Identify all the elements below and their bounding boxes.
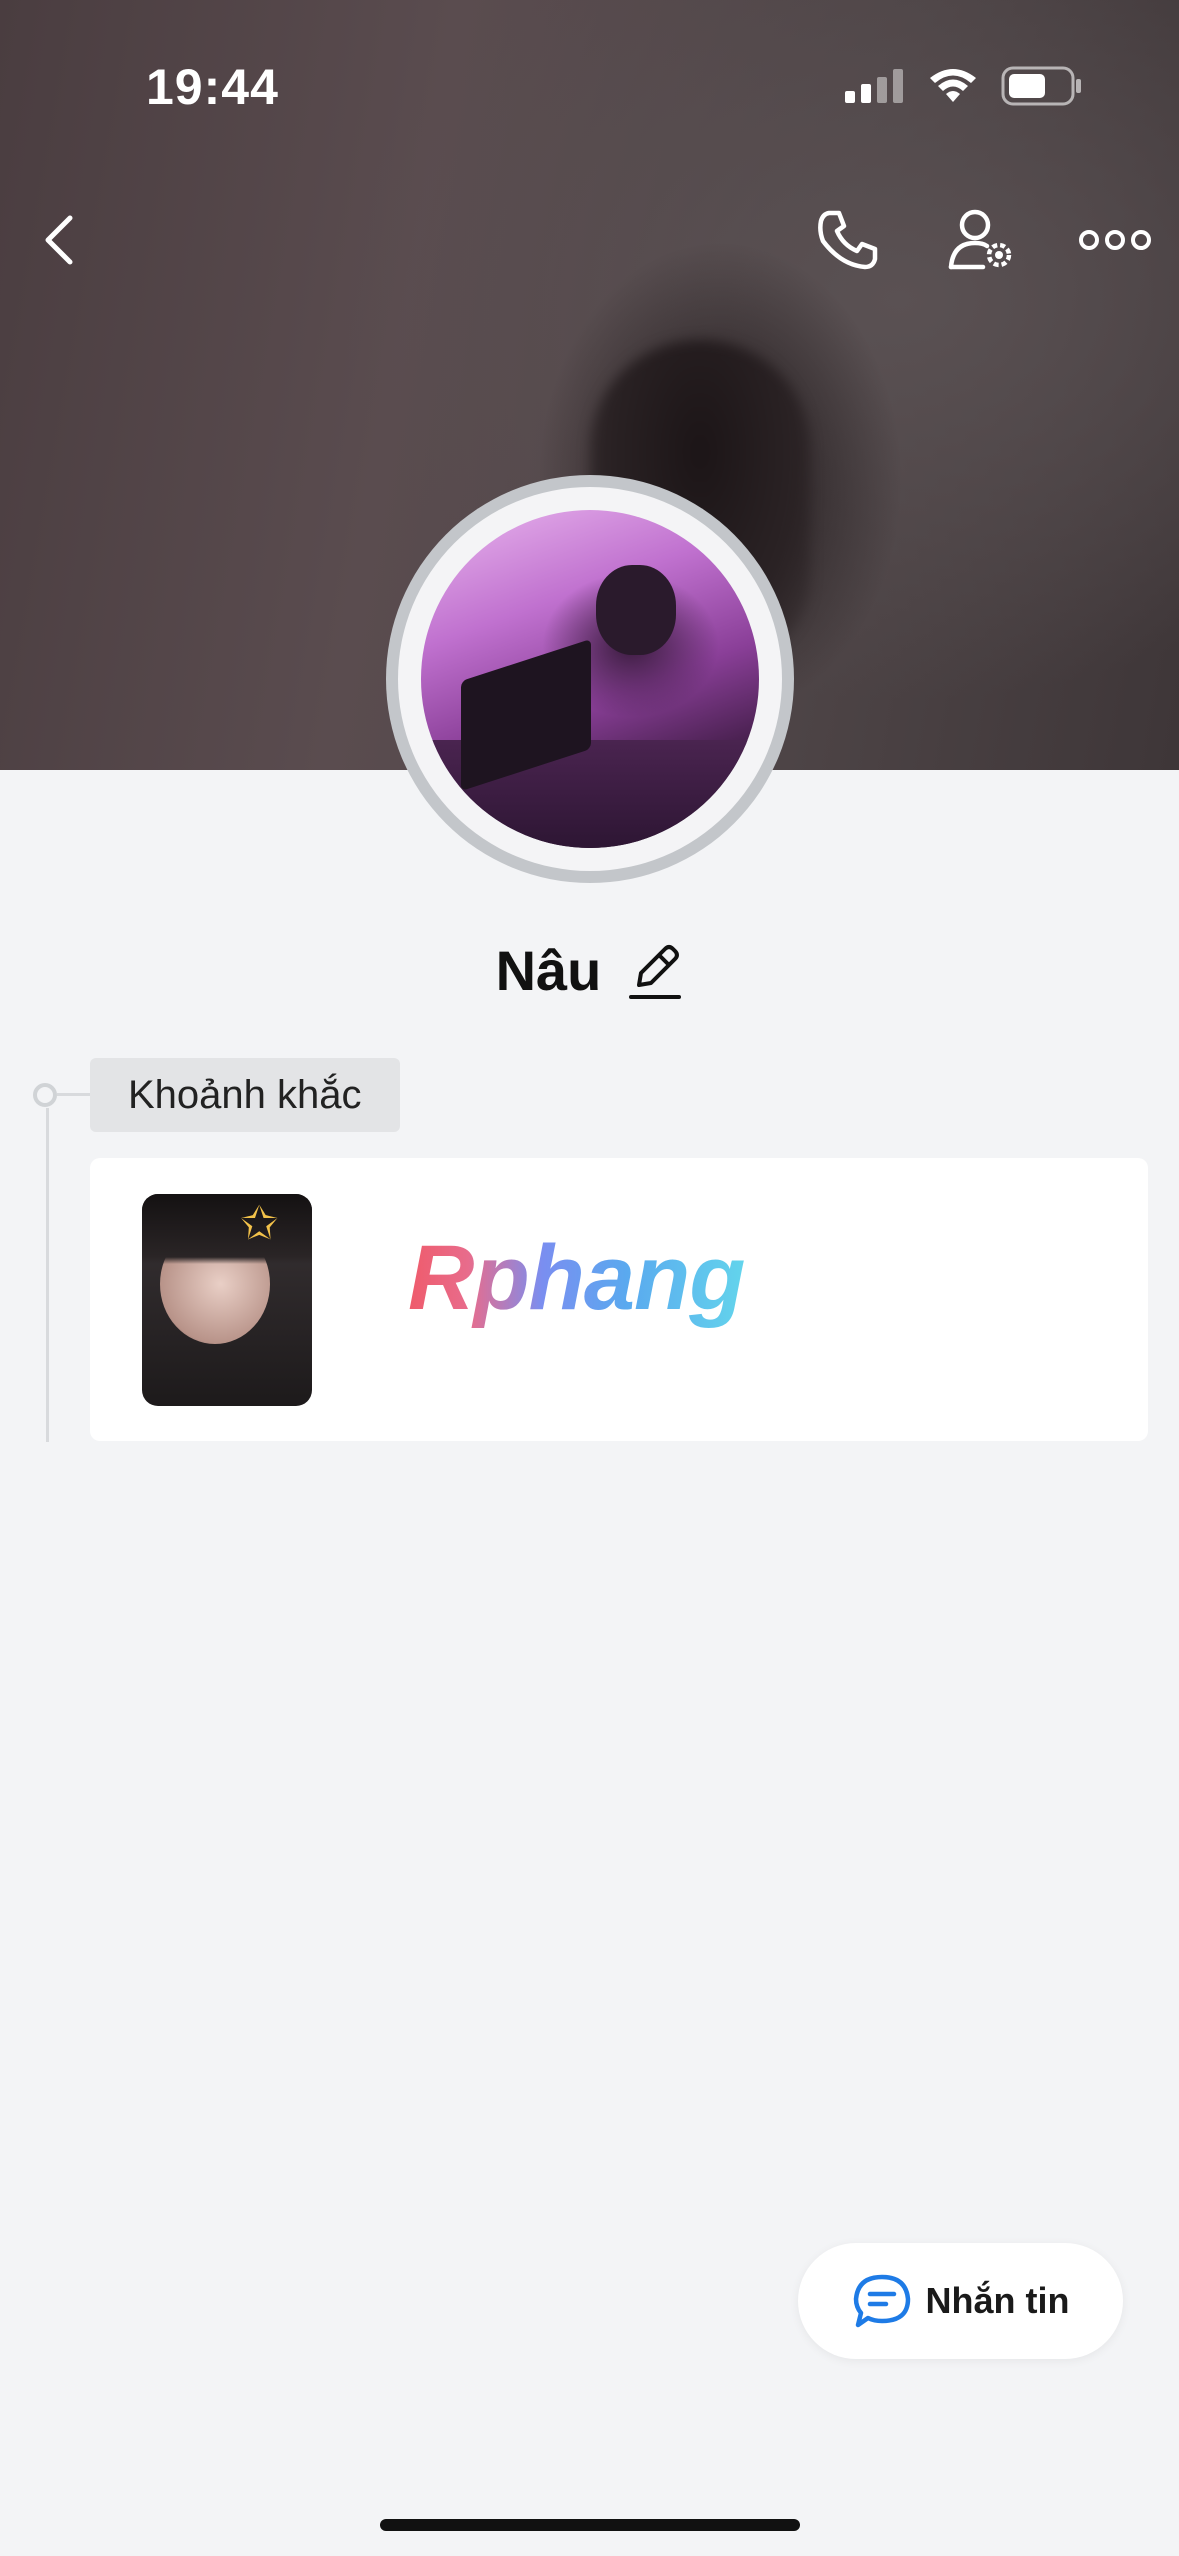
timeline-dot [33, 1083, 57, 1107]
avatar-frame [398, 487, 782, 871]
avatar[interactable] [386, 475, 794, 883]
moment-thumbnail[interactable]: ✩ [142, 1194, 312, 1406]
home-indicator[interactable] [380, 2519, 800, 2531]
message-button[interactable]: Nhắn tin [798, 2243, 1123, 2359]
moment-card[interactable]: ✩ Rphang [90, 1158, 1148, 1441]
battery-icon [1001, 66, 1081, 106]
back-button[interactable] [20, 200, 100, 280]
back-icon [45, 215, 73, 265]
chat-bubble-icon [853, 2274, 910, 2328]
message-button-label: Nhắn tin [925, 2280, 1070, 2321]
status-time: 19:44 [146, 59, 279, 115]
moment-thumbnail-hair [142, 1194, 312, 1264]
user-settings-icon [948, 209, 1012, 270]
pencil-icon[interactable] [627, 941, 683, 1001]
timeline-connector [57, 1093, 91, 1096]
timeline-line [46, 1108, 49, 1442]
avatar-photo [421, 510, 759, 848]
avatar-photo-person [596, 565, 676, 655]
phone-icon [818, 210, 878, 270]
more-icon [1079, 230, 1151, 250]
user-settings-button[interactable] [942, 200, 1022, 280]
moment-watermark: Rphang [408, 1227, 745, 1329]
status-icons [845, 66, 1083, 106]
wifi-icon [930, 69, 976, 102]
more-button[interactable] [1075, 200, 1155, 280]
cellular-signal-icon [845, 69, 903, 103]
profile-name: Nâu [495, 939, 602, 1002]
call-button[interactable] [808, 200, 888, 280]
moments-label: Khoảnh khắc [90, 1058, 400, 1132]
profile-name-row: Nâu [0, 938, 1179, 1003]
star-sticker-icon: ✩ [240, 1197, 279, 1249]
